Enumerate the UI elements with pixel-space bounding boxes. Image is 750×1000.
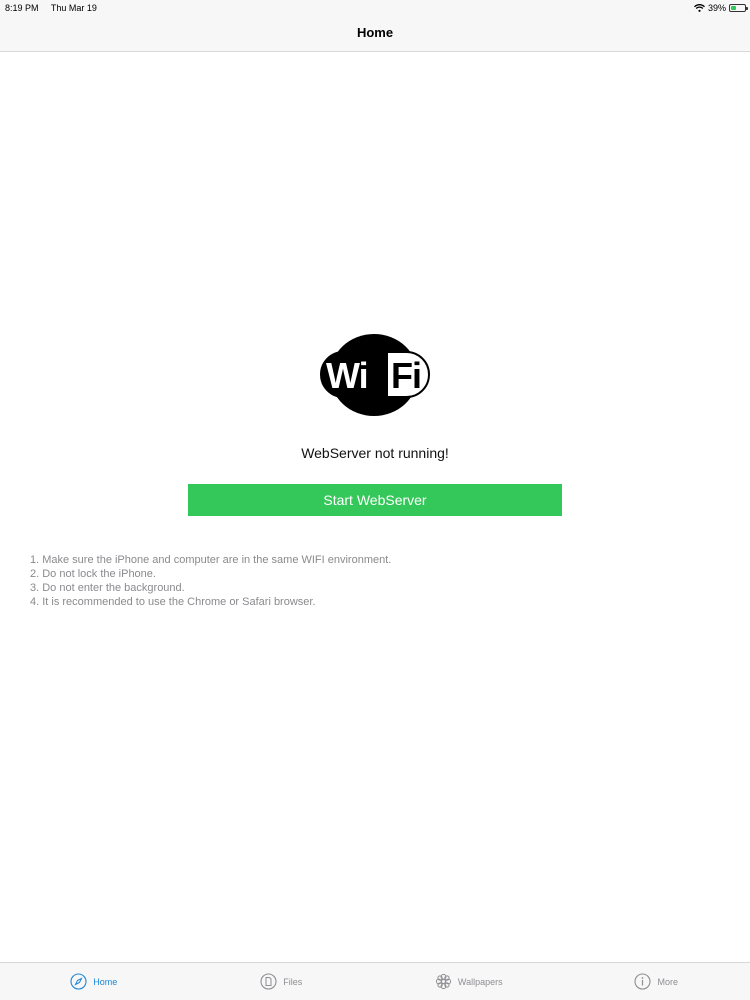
document-icon <box>260 973 277 990</box>
status-date: Thu Mar 19 <box>50 3 97 13</box>
tab-label: Home <box>93 976 118 987</box>
page-title: Home <box>356 25 394 40</box>
svg-text:Fi: Fi <box>391 355 421 396</box>
navigation-bar: Home <box>0 16 750 52</box>
tab-home[interactable]: Home <box>0 963 188 1000</box>
server-status-message: WebServer not running! <box>301 445 449 461</box>
tab-wallpapers[interactable]: Wallpapers <box>375 963 563 1000</box>
flower-icon <box>435 973 452 990</box>
info-icon <box>634 973 652 990</box>
wifi-logo: Wi Fi <box>320 334 430 416</box>
compass-icon <box>70 973 87 990</box>
tab-label: Files <box>283 976 303 987</box>
status-left: 8:19 PM Thu Mar 19 <box>5 3 107 13</box>
tab-label: Wallpapers <box>457 976 503 987</box>
start-webserver-button[interactable]: Start WebServer <box>188 484 562 516</box>
tab-more[interactable]: More <box>563 963 750 1000</box>
instruction-item: 3. Do not enter the background. <box>30 582 185 594</box>
instruction-item: 1. Make sure the iPhone and computer are… <box>30 554 392 566</box>
tab-label: More <box>657 976 678 987</box>
instruction-item: 2. Do not lock the iPhone. <box>30 568 156 580</box>
battery-fill <box>731 6 737 10</box>
instructions-list: 1. Make sure the iPhone and computer are… <box>30 553 391 609</box>
status-right: 39% <box>694 3 748 13</box>
instruction-item: 4. It is recommended to use the Chrome o… <box>30 596 316 608</box>
status-bar: 8:19 PM Thu Mar 19 39% <box>0 0 750 16</box>
battery-icon <box>729 4 748 12</box>
tab-bar: Home Files Wallpapers More <box>0 962 750 1000</box>
svg-text:Wi: Wi <box>326 355 368 396</box>
wifi-icon <box>694 4 705 12</box>
app-screen: 8:19 PM Thu Mar 19 39% Home Wi Fi WebSer… <box>0 0 750 1000</box>
tab-files[interactable]: Files <box>188 963 376 1000</box>
status-time: 8:19 PM <box>5 3 39 13</box>
battery-percent: 39% <box>707 3 726 13</box>
